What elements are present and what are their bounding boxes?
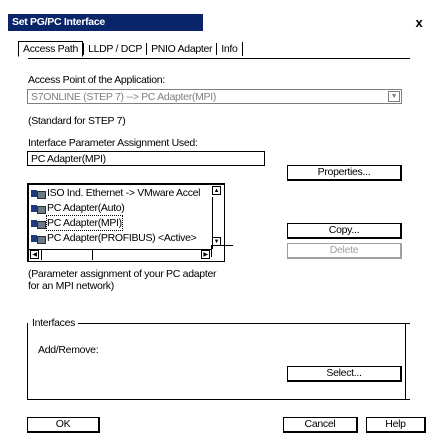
scroll-up-button[interactable]: ▲	[212, 186, 221, 195]
list-item[interactable]: PC Adapter(PROFIBUS) <Active>	[31, 231, 197, 245]
tab-panel-border	[28, 58, 410, 59]
tab-lldp-dcp[interactable]: LLDP / DCP	[83, 43, 146, 55]
network-adapter-icon	[31, 219, 46, 229]
access-point-value: S7ONLINE (STEP 7) --> PC Adapter(MPI)	[31, 91, 217, 103]
window-title: Set PG/PC Interface	[8, 14, 203, 31]
description-line-1: (Parameter assignment of your PC adapter	[28, 268, 217, 280]
properties-button[interactable]: Properties...	[287, 165, 402, 181]
close-button[interactable]: x	[411, 14, 427, 31]
list-item[interactable]: PC Adapter(Auto)	[31, 201, 125, 215]
network-adapter-icon	[31, 204, 46, 214]
access-point-select: S7ONLINE (STEP 7) --> PC Adapter(MPI) ▼	[27, 89, 402, 104]
access-point-note: (Standard for STEP 7)	[28, 115, 126, 127]
interface-listbox[interactable]: ISO Ind. Ethernet -> VMware Accel PC Ada…	[27, 183, 225, 262]
chevron-down-icon: ▼	[388, 91, 400, 102]
scroll-right-button[interactable]: ▶	[201, 250, 210, 259]
add-remove-label: Add/Remove:	[38, 344, 99, 356]
ok-button[interactable]: OK	[27, 417, 100, 433]
list-resize-grip	[211, 245, 233, 257]
tab-pnio-adapter[interactable]: PNIO Adapter	[146, 43, 216, 55]
delete-button: Delete	[287, 243, 402, 259]
interfaces-group-title: Interfaces	[30, 317, 78, 329]
network-adapter-icon	[31, 234, 46, 244]
tab-access-path[interactable]: Access Path	[18, 41, 84, 57]
cancel-button[interactable]: Cancel	[283, 417, 358, 433]
group-right-border	[405, 323, 406, 400]
network-adapter-icon	[31, 189, 46, 199]
list-item[interactable]: ISO Ind. Ethernet -> VMware Accel	[31, 186, 201, 200]
group-top-border	[78, 323, 410, 324]
horizontal-scrollbar[interactable]: ◀ ▶	[29, 249, 212, 260]
tab-info[interactable]: Info	[216, 43, 241, 55]
description-line-2: for an MPI network)	[28, 280, 114, 292]
interface-param-label: Interface Parameter Assignment Used:	[28, 137, 198, 149]
list-item-selected[interactable]: PC Adapter(MPI)	[31, 215, 123, 231]
tab-bar: Access Path LLDP / DCP PNIO Adapter Info	[18, 40, 254, 58]
title-bar: Set PG/PC Interface x	[0, 14, 432, 31]
help-button[interactable]: Help	[366, 417, 426, 433]
copy-button[interactable]: Copy...	[287, 223, 402, 239]
interfaces-group	[27, 323, 410, 400]
interface-param-value: PC Adapter(MPI)	[31, 153, 106, 165]
tab-bar-end	[241, 42, 254, 56]
interface-param-input[interactable]: PC Adapter(MPI)	[27, 151, 265, 166]
access-point-label: Access Point of the Application:	[28, 74, 165, 86]
scroll-left-button[interactable]: ◀	[30, 250, 39, 259]
select-button[interactable]: Select...	[287, 366, 402, 382]
scrollbar-thumb[interactable]	[41, 250, 93, 260]
